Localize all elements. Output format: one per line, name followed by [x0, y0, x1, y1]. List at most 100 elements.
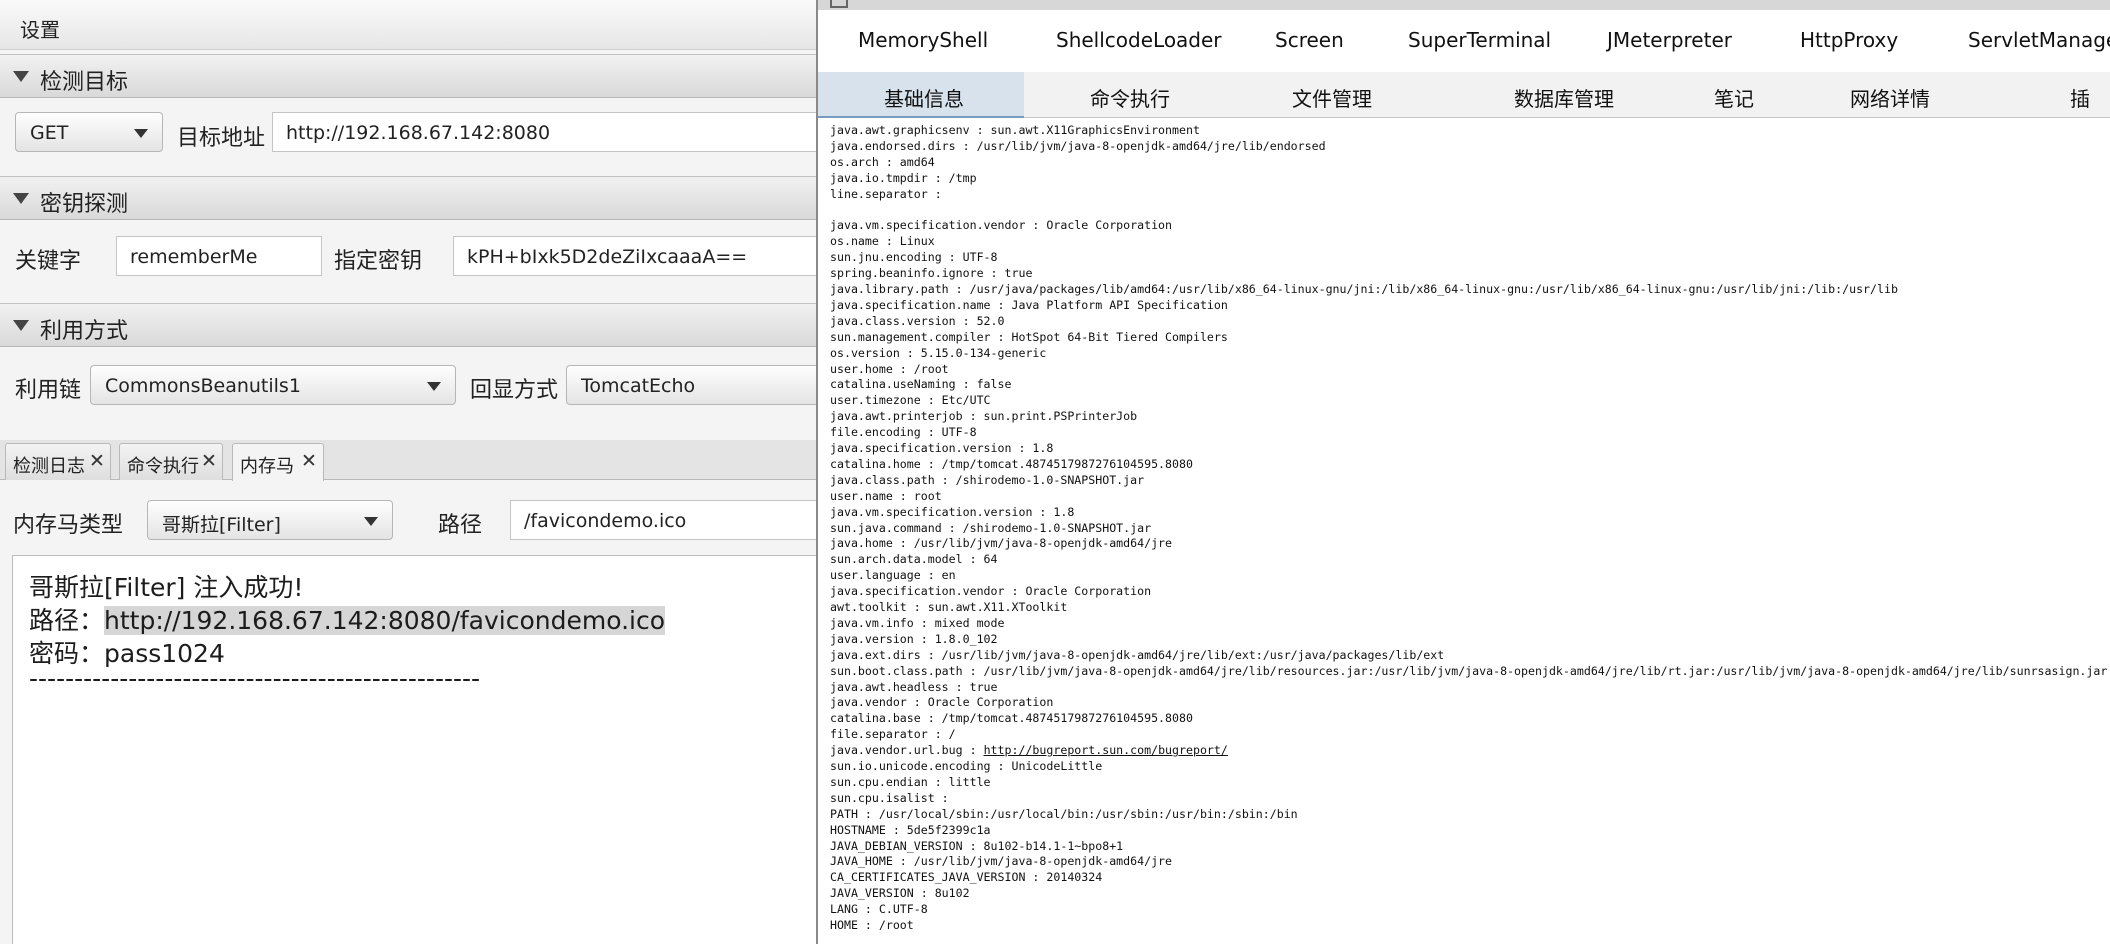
- tab-label: 插: [2070, 87, 2090, 111]
- property-line: java.home : /usr/lib/jvm/java-8-openjdk-…: [830, 536, 1173, 551]
- tab-command-exec[interactable]: 命令执行 ✕: [119, 443, 223, 480]
- property-line: java.awt.printerjob : sun.print.PSPrinte…: [830, 409, 1138, 424]
- menu-settings[interactable]: 设置: [20, 14, 60, 43]
- memshell-type-label: 内存马类型: [13, 513, 124, 538]
- tab-label: 网络详情: [1850, 87, 1930, 111]
- plugin-tab-httpproxy[interactable]: HttpProxy: [1800, 28, 1898, 52]
- property-line: catalina.useNaming : false: [830, 377, 1012, 392]
- gadget-chain-select[interactable]: CommonsBeanutils1: [90, 365, 456, 405]
- tab-file-manager[interactable]: 文件管理: [1224, 72, 1434, 118]
- property-line: java.ext.dirs : /usr/lib/jvm/java-8-open…: [830, 647, 1445, 662]
- tab-command-exec[interactable]: 命令执行: [1024, 72, 1224, 118]
- memshell-type-select[interactable]: 哥斯拉[Filter]: [147, 500, 393, 540]
- property-line: java.io.tmpdir : /tmp: [830, 170, 977, 185]
- section-target-header[interactable]: 检测目标: [0, 54, 816, 98]
- property-line: sun.cpu.endian : little: [830, 774, 991, 789]
- tab-notes[interactable]: 笔记: [1644, 72, 1794, 118]
- plugin-tab-memoryshell[interactable]: MemoryShell: [858, 28, 988, 52]
- property-line: java.vm.info : mixed mode: [830, 615, 1005, 630]
- property-line: java.library.path : /usr/java/packages/l…: [830, 282, 1898, 296]
- property-line: java.vendor.url.bug : http://bugreport.s…: [830, 743, 1228, 758]
- tab-basic-info[interactable]: 基础信息: [818, 72, 1024, 118]
- chain-label: 利用链: [15, 378, 82, 403]
- keyword-value: rememberMe: [130, 246, 258, 268]
- output-path-url[interactable]: http://192.168.67.142:8080/favicondemo.i…: [104, 606, 666, 635]
- tab-label: 基础信息: [884, 87, 964, 111]
- property-line: spring.beaninfo.ignore : true: [830, 266, 1033, 281]
- function-sub-tabs: 基础信息 命令执行 文件管理 数据库管理 笔记 网络详情 插: [818, 72, 2110, 118]
- property-line: java.endorsed.dirs : /usr/lib/jvm/java-8…: [830, 138, 1326, 153]
- echo-label: 回显方式: [470, 378, 559, 403]
- keyword-label: 关键字: [15, 249, 82, 274]
- key-label: 指定密钥: [334, 249, 423, 274]
- keyword-input[interactable]: rememberMe: [116, 236, 322, 276]
- tab-label: 数据库管理: [1514, 87, 1614, 111]
- property-line: java.awt.headless : true: [830, 679, 998, 694]
- property-line: file.encoding : UTF-8: [830, 425, 977, 440]
- tab-memory-shell[interactable]: 内存马 ✕: [232, 443, 324, 481]
- section-exploit-header[interactable]: 利用方式: [0, 303, 816, 347]
- shiro-tool-window: 设置 检测目标 GET 目标地址 http://192.168.67.142:8…: [0, 0, 816, 944]
- http-method-select[interactable]: GET: [15, 112, 163, 152]
- memshell-path-input[interactable]: /favicondemo.ico: [510, 500, 816, 540]
- property-line: JAVA_DEBIAN_VERSION : 8u102-b14.1-1~bpo8…: [830, 838, 1124, 853]
- property-line: sun.cpu.isalist :: [830, 790, 949, 805]
- property-line: java.version : 1.8.0_102: [830, 631, 998, 646]
- collapse-triangle-icon[interactable]: [13, 71, 29, 82]
- property-line: java.specification.vendor : Oracle Corpo…: [830, 584, 1152, 599]
- tab-label: 笔记: [1714, 87, 1754, 111]
- tab-label: 命令执行: [1090, 87, 1170, 111]
- property-line: java.awt.graphicsenv : sun.awt.X11Graphi…: [830, 123, 1200, 137]
- key-input[interactable]: kPH+bIxk5D2deZiIxcaaaA==: [453, 236, 816, 276]
- section-key-header[interactable]: 密钥探测: [0, 176, 816, 220]
- window-icon: [830, 0, 848, 8]
- property-line: JAVA_VERSION : 8u102: [830, 886, 970, 901]
- target-url-value: http://192.168.67.142:8080: [286, 122, 551, 144]
- property-line: line.separator :: [830, 186, 942, 201]
- output-separator: ----------------------------------------…: [29, 664, 481, 693]
- dropdown-arrow-icon[interactable]: [364, 517, 378, 526]
- plugin-tab-screen[interactable]: Screen: [1275, 28, 1344, 52]
- http-method-value: GET: [30, 122, 69, 144]
- section-exploit-title: 利用方式: [40, 319, 129, 344]
- tab-database-manager[interactable]: 数据库管理: [1434, 72, 1644, 118]
- section-key-title: 密钥探测: [40, 192, 129, 217]
- collapse-triangle-icon[interactable]: [13, 320, 29, 331]
- property-line: java.specification.version : 1.8: [830, 441, 1054, 455]
- property-line: os.version : 5.15.0-134-generic: [830, 345, 1047, 360]
- close-icon[interactable]: ✕: [89, 450, 105, 472]
- output-success-line: 哥斯拉[Filter] 注入成功!: [29, 573, 304, 602]
- tab-network-details[interactable]: 网络详情: [1794, 72, 1954, 118]
- property-line: os.arch : amd64: [830, 154, 935, 169]
- tab-label: 命令执行: [127, 456, 199, 477]
- property-line: os.name : Linux: [830, 234, 935, 249]
- property-line: CA_CERTIFICATES_JAVA_VERSION : 20140324: [830, 870, 1103, 885]
- bug-report-link[interactable]: http://bugreport.sun.com/bugreport/: [984, 743, 1228, 757]
- property-line: java.specification.name : Java Platform …: [830, 297, 1228, 312]
- key-value: kPH+bIxk5D2deZiIxcaaaA==: [467, 246, 748, 268]
- plugin-tab-jmeterpreter[interactable]: JMeterpreter: [1607, 28, 1732, 52]
- dropdown-arrow-icon[interactable]: [134, 129, 148, 138]
- collapse-triangle-icon[interactable]: [13, 193, 29, 204]
- target-url-input[interactable]: http://192.168.67.142:8080: [272, 112, 816, 152]
- property-line: java.vendor : Oracle Corporation: [830, 695, 1054, 710]
- dropdown-arrow-icon[interactable]: [427, 382, 441, 391]
- tab-plugins[interactable]: 插: [1954, 72, 2110, 118]
- plugin-tab-servletmanage[interactable]: ServletManage: [1968, 28, 2110, 52]
- property-line: JAVA_HOME : /usr/lib/jvm/java-8-openjdk-…: [830, 854, 1173, 869]
- tab-label: 文件管理: [1292, 87, 1372, 111]
- property-line: java.class.version : 52.0: [830, 313, 1005, 328]
- plugin-tab-shellcodeloader[interactable]: ShellcodeLoader: [1056, 28, 1222, 52]
- close-icon[interactable]: ✕: [301, 450, 317, 472]
- url-label: 目标地址: [177, 126, 266, 151]
- system-properties-text[interactable]: java.awt.graphicsenv : sun.awt.X11Graphi…: [830, 118, 2110, 944]
- plugin-tab-superterminal[interactable]: SuperTerminal: [1408, 28, 1551, 52]
- result-output-area[interactable]: 哥斯拉[Filter] 注入成功! 路径：http://192.168.67.1…: [12, 555, 816, 944]
- property-line: sun.management.compiler : HotSpot 64-Bit…: [830, 329, 1228, 344]
- tab-detection-log[interactable]: 检测日志 ✕: [5, 443, 111, 480]
- memshell-type-value: 哥斯拉[Filter]: [162, 514, 281, 536]
- property-line: user.timezone : Etc/UTC: [830, 393, 991, 408]
- echo-method-select[interactable]: TomcatEcho: [566, 365, 816, 405]
- close-icon[interactable]: ✕: [201, 450, 217, 472]
- output-path-line: 路径：http://192.168.67.142:8080/favicondem…: [29, 601, 666, 637]
